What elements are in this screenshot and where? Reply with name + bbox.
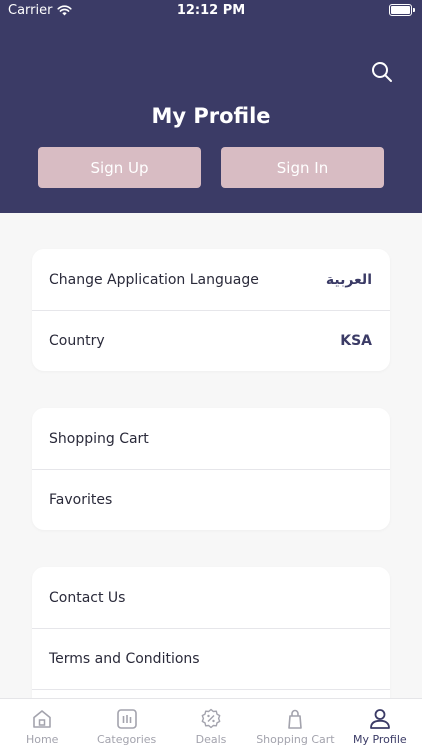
favorites-label: Favorites xyxy=(49,492,113,508)
country-row[interactable]: Country KSA xyxy=(32,310,390,371)
profile-screen: Carrier 12:12 PM My Profile Sign Up Sign… xyxy=(0,0,422,750)
change-language-row[interactable]: Change Application Language العربية xyxy=(32,249,390,310)
terms-row[interactable]: Terms and Conditions xyxy=(32,628,390,689)
tab-categories-label: Categories xyxy=(96,733,157,746)
tab-home[interactable]: Home xyxy=(0,699,84,750)
status-bar: Carrier 12:12 PM xyxy=(0,0,422,22)
shopping-cart-row[interactable]: Shopping Cart xyxy=(32,408,390,469)
home-icon xyxy=(33,710,52,728)
terms-label: Terms and Conditions xyxy=(49,651,200,667)
info-card: Contact Us Terms and Conditions xyxy=(32,567,390,717)
settings-card: Change Application Language العربية Coun… xyxy=(32,249,390,371)
sign-in-button[interactable]: Sign In xyxy=(221,147,384,188)
shopping-bag-icon xyxy=(288,709,303,729)
shopping-cart-label: Shopping Cart xyxy=(49,430,149,447)
tab-shopping-cart-label: Shopping Cart xyxy=(256,733,335,746)
search-icon[interactable] xyxy=(370,60,394,84)
country-value: KSA xyxy=(340,333,372,349)
profile-header: Carrier 12:12 PM My Profile Sign Up Sign… xyxy=(0,0,422,213)
language-value: العربية xyxy=(325,271,372,288)
status-time: 12:12 PM xyxy=(176,3,246,18)
tab-deals-label: Deals xyxy=(195,733,227,746)
favorites-row[interactable]: Favorites xyxy=(32,469,390,530)
user-icon xyxy=(369,709,390,729)
tab-my-profile[interactable]: My Profile xyxy=(338,699,422,750)
country-label: Country xyxy=(49,333,105,349)
battery-icon xyxy=(389,4,415,16)
sign-up-button[interactable]: Sign Up xyxy=(38,147,201,188)
contact-us-label: Contact Us xyxy=(49,589,126,606)
tab-bar: Home Categories Deals Shopping Cart My P… xyxy=(0,698,422,750)
discount-badge-icon xyxy=(201,708,221,729)
tab-home-label: Home xyxy=(25,733,59,746)
tab-categories[interactable]: Categories xyxy=(84,699,168,750)
tab-shopping-cart[interactable]: Shopping Cart xyxy=(253,699,337,750)
categories-icon xyxy=(116,709,137,729)
tab-deals[interactable]: Deals xyxy=(169,699,253,750)
change-language-label: Change Application Language xyxy=(49,271,259,288)
contact-us-row[interactable]: Contact Us xyxy=(32,567,390,628)
shopping-card: Shopping Cart Favorites xyxy=(32,408,390,530)
tab-my-profile-label: My Profile xyxy=(352,733,407,746)
page-title: My Profile xyxy=(151,104,271,128)
